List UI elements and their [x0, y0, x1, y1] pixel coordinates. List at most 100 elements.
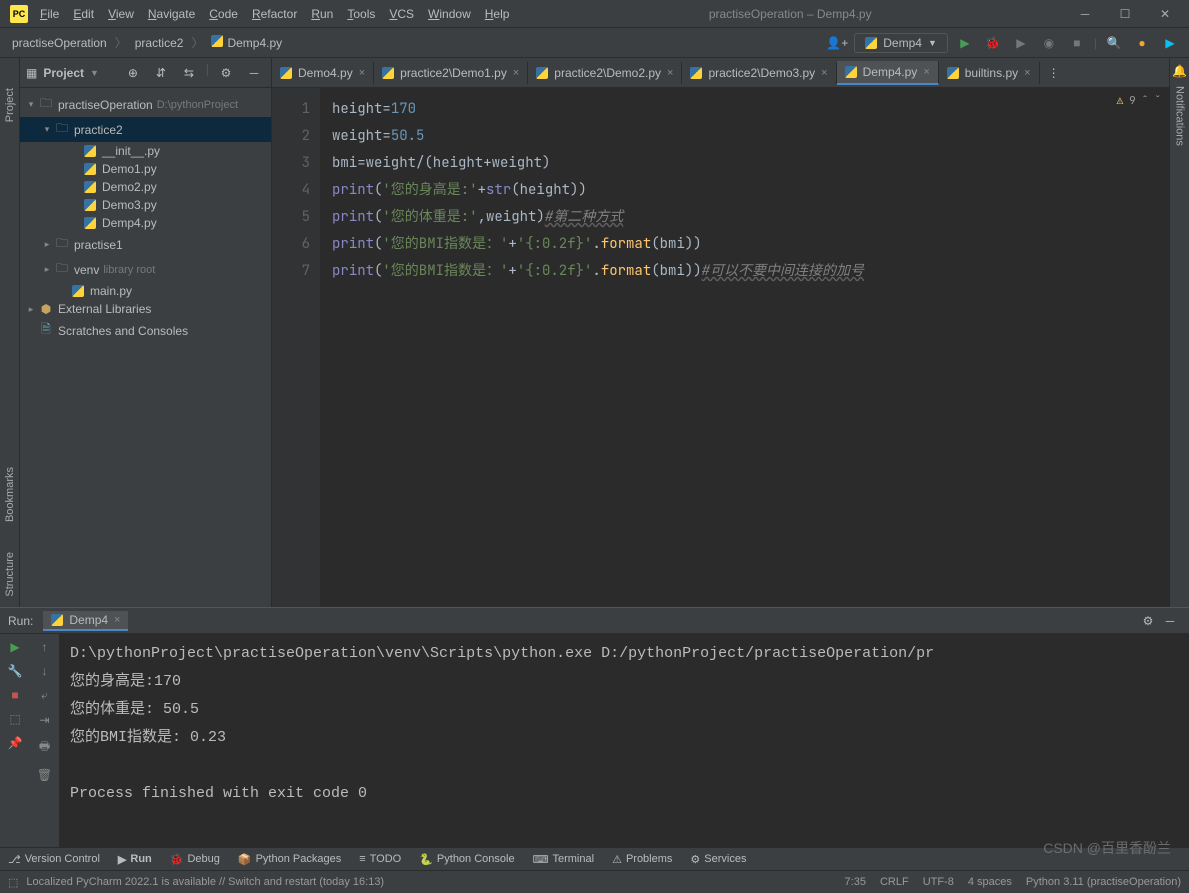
- tree-root[interactable]: ▾🗀 practiseOperation D:\pythonProject: [20, 92, 271, 117]
- collapse-all-icon[interactable]: ⇆: [178, 62, 200, 84]
- project-tool-button[interactable]: Project: [4, 88, 16, 122]
- soft-wrap-icon[interactable]: ⤶: [41, 688, 48, 703]
- close-icon[interactable]: ×: [667, 67, 673, 79]
- structure-tool-button[interactable]: Structure: [4, 552, 16, 597]
- close-icon[interactable]: ×: [114, 614, 120, 626]
- debug-button[interactable]: 🐞: [982, 32, 1004, 54]
- notifications-bell-icon[interactable]: 🔔: [1172, 64, 1187, 78]
- run-tab[interactable]: Demp4 ×: [43, 611, 128, 631]
- bookmarks-tool-button[interactable]: Bookmarks: [4, 467, 16, 522]
- menu-view[interactable]: View: [102, 5, 140, 23]
- status-toggle-icon[interactable]: ⬚: [8, 876, 18, 889]
- bottom-tab-problems[interactable]: ⚠ Problems: [612, 853, 672, 866]
- bottom-tab-debug[interactable]: 🐞 Debug: [170, 853, 220, 866]
- scroll-end-icon[interactable]: ⇥: [39, 713, 49, 727]
- tree-file-main[interactable]: main.py: [20, 282, 271, 300]
- more-tabs-icon[interactable]: ⋮: [1040, 66, 1068, 80]
- bottom-tab-python-packages[interactable]: 📦 Python Packages: [238, 853, 341, 866]
- menu-window[interactable]: Window: [422, 5, 477, 23]
- menu-help[interactable]: Help: [479, 5, 516, 23]
- clear-icon[interactable]: 🗑: [37, 768, 52, 782]
- pin-button[interactable]: 📌: [8, 736, 23, 750]
- editor-tab[interactable]: practice2\Demo3.py×: [682, 62, 836, 84]
- bottom-tab-terminal[interactable]: ⌨ Terminal: [533, 853, 594, 866]
- crumb[interactable]: practice2: [131, 34, 188, 52]
- close-icon[interactable]: ×: [1024, 67, 1030, 79]
- rerun-button[interactable]: ▶: [10, 640, 19, 654]
- layout-button[interactable]: ⬚: [9, 712, 20, 726]
- indent-setting[interactable]: 4 spaces: [968, 876, 1012, 888]
- tree-scratches[interactable]: 🗎 Scratches and Consoles: [20, 318, 271, 343]
- run-settings-icon[interactable]: ⚙: [1137, 610, 1159, 632]
- close-icon[interactable]: ×: [359, 67, 365, 79]
- console-output[interactable]: D:\pythonProject\practiseOperation\venv\…: [60, 634, 1189, 847]
- close-icon[interactable]: ×: [821, 67, 827, 79]
- add-config-icon[interactable]: 👤+: [826, 32, 848, 54]
- prev-highlight-icon[interactable]: ˆ: [1142, 94, 1149, 108]
- notifications-tool-button[interactable]: Notifications: [1174, 86, 1186, 146]
- editor-tab[interactable]: Demp4.py×: [837, 61, 939, 85]
- close-icon[interactable]: ×: [513, 67, 519, 79]
- file-encoding[interactable]: UTF-8: [923, 876, 954, 888]
- tree-external-libs[interactable]: ▸⬢ External Libraries: [20, 300, 271, 318]
- expand-all-icon[interactable]: ⇵: [150, 62, 172, 84]
- tree-file[interactable]: Demp4.py: [20, 214, 271, 232]
- menu-edit[interactable]: Edit: [67, 5, 100, 23]
- bottom-tab-version-control[interactable]: ⎇ Version Control: [8, 853, 100, 866]
- bottom-tab-services[interactable]: ⚙ Services: [690, 853, 746, 866]
- status-message[interactable]: Localized PyCharm 2022.1 is available //…: [26, 876, 384, 888]
- menu-run[interactable]: Run: [305, 5, 339, 23]
- minimize-button[interactable]: ─: [1065, 1, 1105, 27]
- menu-code[interactable]: Code: [203, 5, 244, 23]
- menu-refactor[interactable]: Refactor: [246, 5, 303, 23]
- tree-file[interactable]: Demo1.py: [20, 160, 271, 178]
- tree-folder-practise1[interactable]: ▸🗀 practise1: [20, 232, 271, 257]
- editor-tab[interactable]: builtins.py×: [939, 62, 1040, 84]
- settings-icon[interactable]: ⚙: [215, 62, 237, 84]
- menu-tools[interactable]: Tools: [341, 5, 381, 23]
- maximize-button[interactable]: ☐: [1105, 1, 1145, 27]
- close-button[interactable]: ✕: [1145, 1, 1185, 27]
- stop-button[interactable]: ■: [1066, 32, 1088, 54]
- locate-file-icon[interactable]: ⊕: [122, 62, 144, 84]
- editor-tab[interactable]: practice2\Demo2.py×: [528, 62, 682, 84]
- bottom-tab-run[interactable]: ▶ Run: [118, 853, 152, 866]
- run-with-coverage-button[interactable]: ▶: [1010, 32, 1032, 54]
- profiler-button[interactable]: ◉: [1038, 32, 1060, 54]
- editor-tab[interactable]: Demo4.py×: [272, 62, 374, 84]
- code-with-me-button[interactable]: ▶: [1159, 32, 1181, 54]
- tree-folder-practice2[interactable]: ▾🗀 practice2: [20, 117, 271, 142]
- python-interpreter[interactable]: Python 3.11 (practiseOperation): [1026, 876, 1181, 888]
- ide-updates-button[interactable]: ●: [1131, 32, 1153, 54]
- bottom-tab-python-console[interactable]: 🐍 Python Console: [419, 853, 514, 866]
- code-content[interactable]: height=170 weight=50.5 bmi=weight/(heigh…: [320, 88, 1169, 607]
- menu-file[interactable]: File: [34, 5, 65, 23]
- down-stack-icon[interactable]: ↓: [42, 664, 48, 678]
- search-everywhere-button[interactable]: 🔍: [1103, 32, 1125, 54]
- inspection-widget[interactable]: ⚠ 9 ˆ ˇ: [1117, 94, 1161, 108]
- crumb[interactable]: practiseOperation: [8, 34, 111, 52]
- close-icon[interactable]: ×: [923, 66, 929, 78]
- code-editor[interactable]: 1234567 height=170 weight=50.5 bmi=weigh…: [272, 88, 1169, 607]
- hide-panel-icon[interactable]: ─: [243, 62, 265, 84]
- up-stack-icon[interactable]: ↑: [42, 640, 48, 654]
- tree-file[interactable]: Demo3.py: [20, 196, 271, 214]
- print-icon[interactable]: 🖶: [39, 737, 50, 758]
- tree-folder-venv[interactable]: ▸🗀 venv library root: [20, 257, 271, 282]
- hide-run-icon[interactable]: ─: [1159, 610, 1181, 632]
- cursor-position[interactable]: 7:35: [845, 876, 866, 888]
- bottom-tab-todo[interactable]: ≡ TODO: [359, 853, 401, 865]
- chevron-down-icon[interactable]: ▼: [90, 68, 99, 78]
- menu-navigate[interactable]: Navigate: [142, 5, 201, 23]
- line-separator[interactable]: CRLF: [880, 876, 909, 888]
- menu-vcs[interactable]: VCS: [383, 5, 420, 23]
- crumb[interactable]: Demp4.py: [207, 33, 286, 52]
- next-highlight-icon[interactable]: ˇ: [1154, 94, 1161, 108]
- tree-file[interactable]: Demo2.py: [20, 178, 271, 196]
- tree-file[interactable]: __init__.py: [20, 142, 271, 160]
- run-config-selector[interactable]: Demp4 ▼: [854, 33, 948, 53]
- stop-button[interactable]: ■: [11, 688, 18, 702]
- run-button[interactable]: ▶: [954, 32, 976, 54]
- editor-tab[interactable]: practice2\Demo1.py×: [374, 62, 528, 84]
- attach-debugger-button[interactable]: 🔧: [8, 664, 23, 678]
